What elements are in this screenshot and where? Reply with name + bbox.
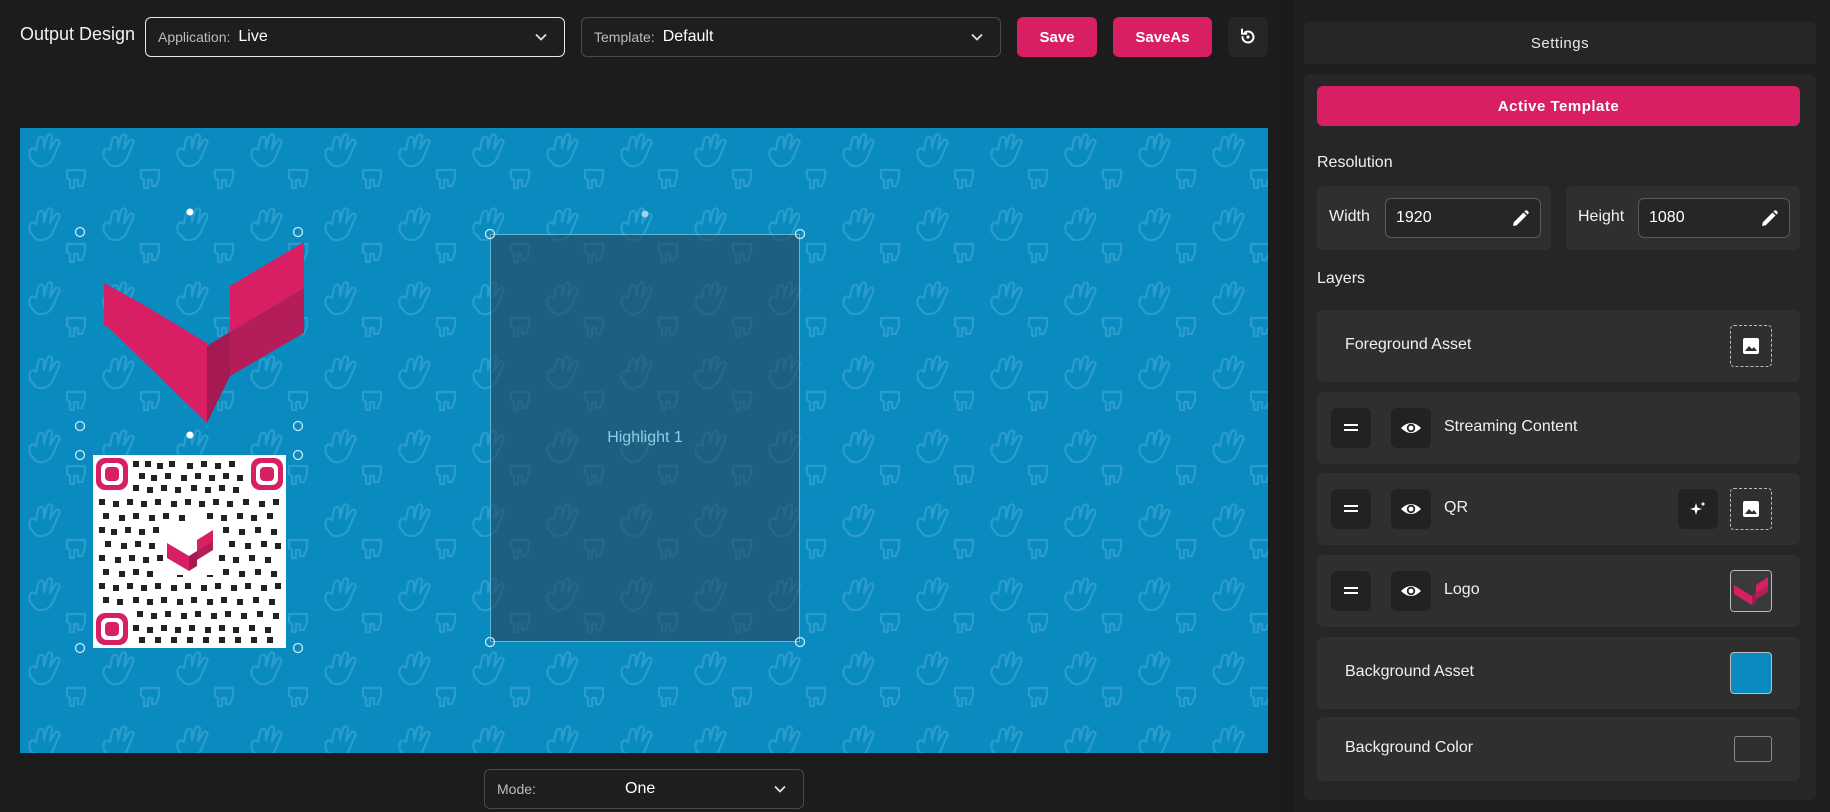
width-input[interactable]: 1920	[1385, 198, 1541, 238]
page-title: Output Design	[20, 24, 136, 44]
image-upload-button[interactable]	[1730, 488, 1772, 530]
layer-foreground-asset[interactable]: Foreground Asset	[1317, 310, 1800, 382]
template-select-value: Default	[662, 28, 714, 45]
active-template-button[interactable]: Active Template	[1317, 86, 1800, 126]
mode-select-value: One	[625, 780, 656, 797]
chevron-down-icon	[774, 785, 786, 793]
layer-name: Streaming Content	[1444, 418, 1578, 435]
drag-handle-button[interactable]	[1331, 571, 1371, 611]
width-label: Width	[1329, 208, 1370, 225]
logo-thumbnail[interactable]	[1730, 570, 1772, 612]
eye-icon	[1401, 586, 1421, 596]
layer-background-color[interactable]: Background Color	[1317, 717, 1800, 781]
application-select[interactable]: Application: Live	[145, 17, 565, 57]
layer-qr[interactable]: QR	[1317, 473, 1800, 545]
highlight-box[interactable]: Highlight 1	[490, 234, 800, 642]
settings-body: Active Template Resolution Width 1920 He…	[1304, 74, 1816, 800]
refresh-icon	[1241, 28, 1255, 44]
background-asset-thumbnail[interactable]	[1730, 652, 1772, 694]
width-value: 1920	[1396, 209, 1432, 226]
settings-title: Settings	[1304, 22, 1816, 64]
layers-title: Layers	[1317, 270, 1366, 287]
reset-button[interactable]	[1228, 17, 1268, 57]
design-canvas[interactable]: Highlight 1	[20, 128, 1268, 753]
qr-code-image	[96, 458, 283, 645]
editor-area: Output Design Application: Live Template…	[0, 0, 1280, 812]
height-label: Height	[1578, 208, 1625, 225]
color-swatch[interactable]	[1734, 736, 1772, 762]
sparkle-icon	[1690, 501, 1706, 515]
layer-name: Foreground Asset	[1345, 336, 1472, 353]
image-upload-button[interactable]	[1730, 325, 1772, 367]
layer-streaming-content[interactable]: Streaming Content	[1317, 392, 1800, 464]
layer-background-asset[interactable]: Background Asset	[1317, 637, 1800, 709]
height-card: Height 1080	[1566, 186, 1800, 250]
height-input[interactable]: 1080	[1638, 198, 1790, 238]
width-card: Width 1920	[1317, 186, 1551, 250]
drag-handle-icon	[1344, 424, 1358, 431]
highlight-label: Highlight 1	[607, 429, 683, 446]
save-button[interactable]: Save	[1017, 17, 1097, 57]
logo-layer[interactable]	[94, 228, 312, 423]
application-select-label: Application:	[158, 29, 231, 45]
layer-logo[interactable]: Logo	[1317, 555, 1800, 627]
settings-panel: Settings Active Template Resolution Widt…	[1294, 0, 1830, 812]
save-as-button[interactable]: SaveAs	[1113, 17, 1212, 57]
drag-handle-button[interactable]	[1331, 489, 1371, 529]
layer-name: Background Color	[1345, 739, 1474, 756]
height-value: 1080	[1649, 209, 1685, 226]
template-select-label: Template:	[594, 29, 655, 45]
eye-icon	[1401, 504, 1421, 514]
visibility-toggle[interactable]	[1391, 489, 1431, 529]
chevron-down-icon	[971, 33, 983, 41]
qr-code-layer[interactable]	[93, 455, 286, 648]
pencil-icon[interactable]	[1759, 209, 1779, 229]
layer-name: QR	[1444, 499, 1468, 516]
mode-select-label: Mode:	[497, 781, 536, 797]
pencil-icon[interactable]	[1510, 209, 1530, 229]
application-select-value: Live	[238, 28, 268, 45]
drag-handle-icon	[1344, 505, 1358, 512]
mode-select[interactable]: Mode: One	[484, 769, 804, 809]
image-icon	[1743, 501, 1759, 517]
template-select[interactable]: Template: Default	[581, 17, 1001, 57]
eye-icon	[1401, 423, 1421, 433]
logo-thumbnail-image	[1731, 571, 1771, 611]
chevron-down-icon	[535, 33, 547, 41]
resolution-title: Resolution	[1317, 154, 1393, 171]
drag-handle-icon	[1344, 587, 1358, 594]
generate-button[interactable]	[1678, 489, 1718, 529]
layer-name: Logo	[1444, 581, 1480, 598]
visibility-toggle[interactable]	[1391, 408, 1431, 448]
drag-handle-button[interactable]	[1331, 408, 1371, 448]
visibility-toggle[interactable]	[1391, 571, 1431, 611]
layer-name: Background Asset	[1345, 663, 1474, 680]
image-icon	[1743, 338, 1759, 354]
